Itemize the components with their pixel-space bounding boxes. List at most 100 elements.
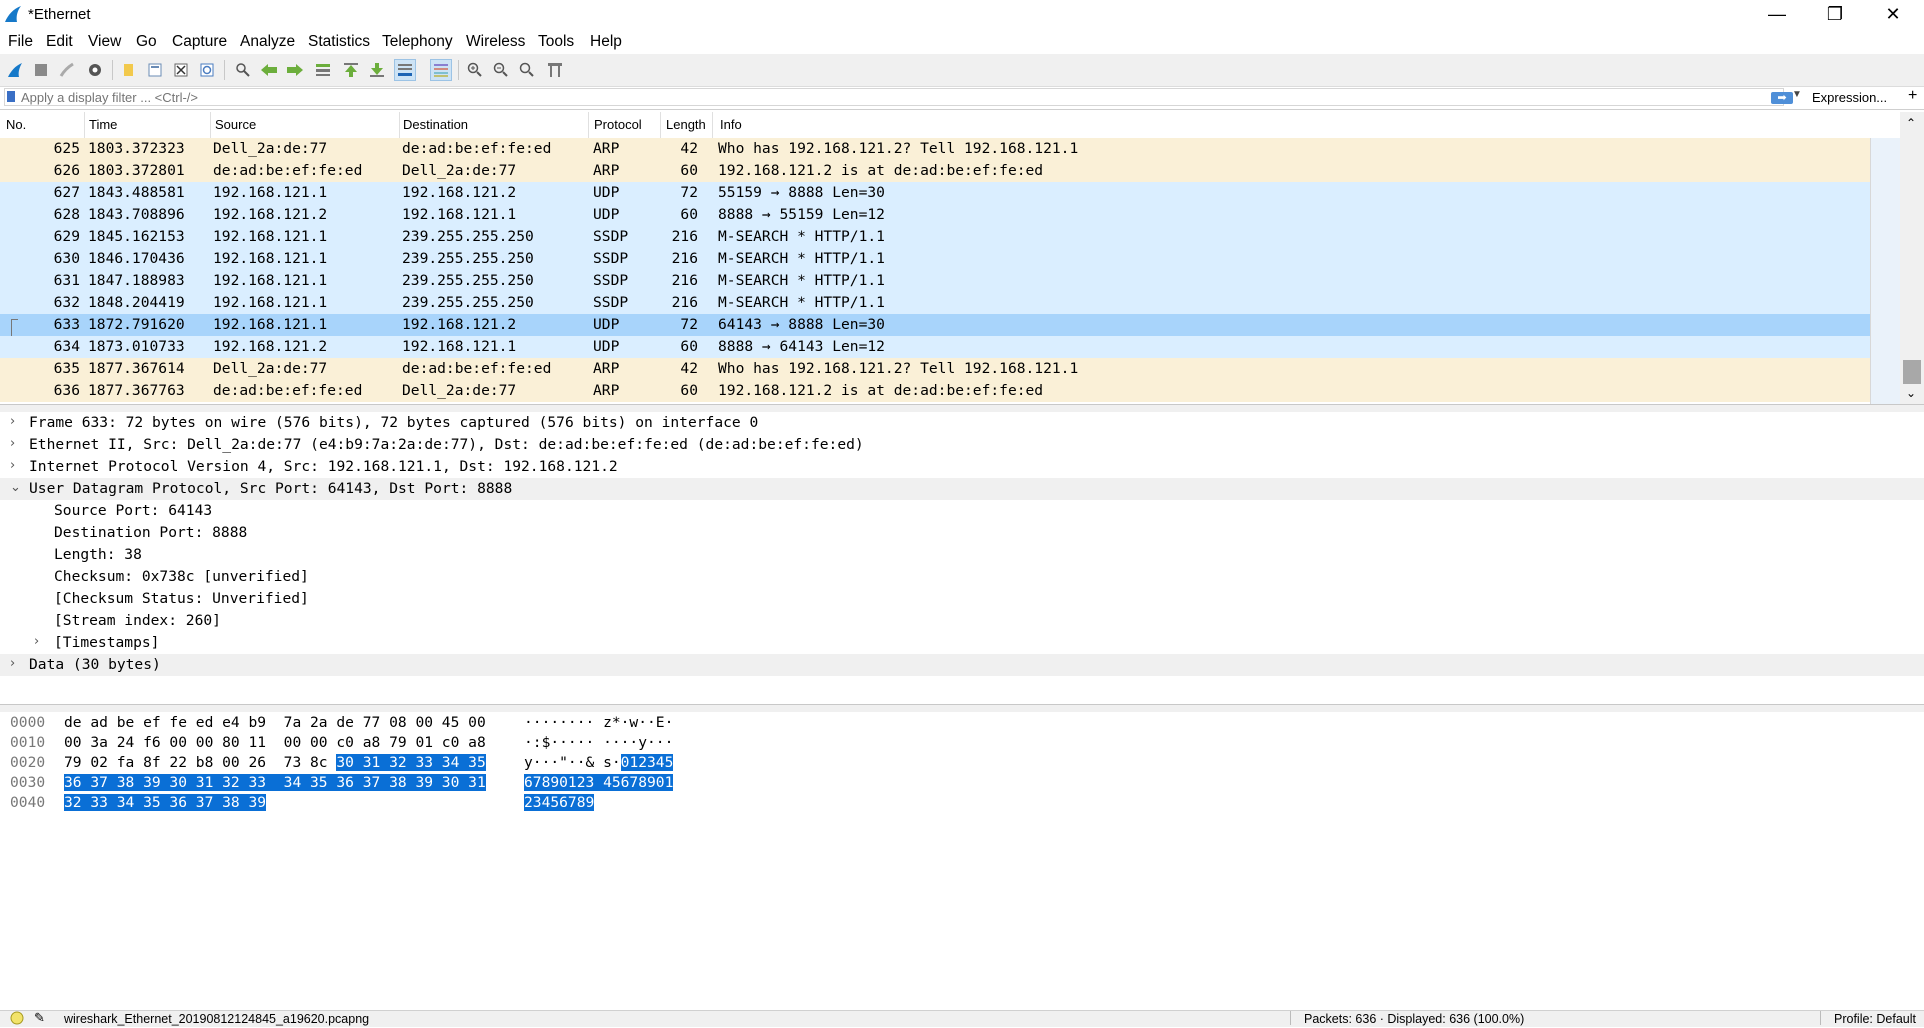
column-header-length[interactable]: Length <box>666 117 706 132</box>
ascii-dump-line[interactable]: ·:$····· ····y··· <box>524 734 673 754</box>
hex-dump-line[interactable]: 00 3a 24 f6 00 00 80 11 00 00 c0 a8 79 0… <box>64 734 486 754</box>
find-packet-icon[interactable] <box>232 59 254 81</box>
auto-scroll-icon[interactable] <box>394 59 416 81</box>
ascii-dump-line[interactable]: 23456789 <box>524 794 595 814</box>
restore-button[interactable]: ❐ <box>1806 0 1864 30</box>
column-header-no[interactable]: No. <box>6 117 26 132</box>
menu-file[interactable]: File <box>8 33 33 51</box>
go-to-packet-icon[interactable] <box>312 59 334 81</box>
hex-dump-line[interactable]: 32 33 34 35 36 37 38 39 <box>64 794 267 814</box>
scroll-up-icon[interactable]: ⌃ <box>1906 116 1916 130</box>
go-back-icon[interactable] <box>258 59 280 81</box>
zoom-normal-icon[interactable] <box>516 59 538 81</box>
start-capture-icon[interactable] <box>4 59 26 81</box>
detail-tree-item[interactable]: › Data (30 bytes) <box>0 654 1924 676</box>
cell-destination: de:ad:be:ef:fe:ed <box>402 140 552 157</box>
packet-row[interactable]: 631 1847.188983 192.168.121.1 239.255.255.2… <box>0 270 1870 292</box>
detail-tree-item[interactable]: [Checksum Status: Unverified] <box>0 588 1924 610</box>
packet-minimap[interactable] <box>1870 138 1901 404</box>
scroll-thumb[interactable] <box>1903 360 1921 384</box>
packet-row[interactable]: 627 1843.488581 192.168.121.1 192.168.121.2… <box>0 182 1870 204</box>
menu-view[interactable]: View <box>88 33 121 51</box>
menu-edit[interactable]: Edit <box>46 33 73 51</box>
close-button[interactable]: ✕ <box>1864 0 1922 30</box>
menu-help[interactable]: Help <box>590 33 622 51</box>
packet-row[interactable]: 630 1846.170436 192.168.121.1 239.255.255.2… <box>0 248 1870 270</box>
ascii-dump-line[interactable]: y···"··& s·012345 <box>524 754 674 774</box>
profile-label[interactable]: Profile: Default <box>1834 1012 1916 1026</box>
detail-tree-item[interactable]: ⌄ User Datagram Protocol, Src Port: 64143… <box>0 478 1924 500</box>
capture-file-name: wireshark_Ethernet_20190812124845_a19620… <box>64 1012 370 1026</box>
scroll-down-icon[interactable]: ⌄ <box>1906 386 1916 400</box>
collapsed-arrow-icon[interactable]: › <box>10 656 15 671</box>
cell-protocol: SSDP <box>593 272 629 289</box>
packet-row[interactable]: 626 1803.372801 de:ad:be:ef:fe:ed Dell_2a:d… <box>0 160 1870 182</box>
expanded-arrow-icon[interactable]: ⌄ <box>10 480 21 495</box>
packet-row[interactable]: 635 1877.367614 Dell_2a:de:77 de:ad:be:ef:f… <box>0 358 1870 380</box>
zoom-out-icon[interactable] <box>490 59 512 81</box>
packet-row[interactable]: 633 1872.791620 192.168.121.1 192.168.121.2… <box>0 314 1870 341</box>
packet-list-scrollbar[interactable]: ⌃ ⌄ <box>1900 112 1924 404</box>
menu-wireless[interactable]: Wireless <box>466 33 525 51</box>
menu-capture[interactable]: Capture <box>172 33 227 51</box>
menu-telephony[interactable]: Telephony <box>382 33 453 51</box>
packet-row[interactable]: 629 1845.162153 192.168.121.1 239.255.255.2… <box>0 226 1870 248</box>
apply-filter-arrow-icon[interactable]: ➡ <box>1771 92 1793 104</box>
menu-statistics[interactable]: Statistics <box>308 33 370 51</box>
detail-tree-item[interactable]: Checksum: 0x738c [unverified] <box>0 566 1924 588</box>
column-header-source[interactable]: Source <box>215 117 256 132</box>
column-header-time[interactable]: Time <box>89 117 117 132</box>
go-forward-icon[interactable] <box>284 59 306 81</box>
bookmark-icon[interactable] <box>7 91 15 102</box>
go-first-icon[interactable] <box>340 59 362 81</box>
filter-history-dropdown-icon[interactable]: ▼ <box>1792 89 1802 100</box>
column-header-info[interactable]: Info <box>720 117 742 132</box>
menu-tools[interactable]: Tools <box>538 33 574 51</box>
hex-dump-line[interactable]: 36 37 38 39 30 31 32 33 34 35 36 37 38 3… <box>64 774 486 794</box>
capture-options-icon[interactable] <box>84 59 106 81</box>
detail-tree-item[interactable]: Destination Port: 8888 <box>0 522 1924 544</box>
go-last-icon[interactable] <box>366 59 388 81</box>
open-file-icon[interactable] <box>118 59 140 81</box>
detail-tree-item[interactable]: › Internet Protocol Version 4, Src: 192.1… <box>0 456 1924 478</box>
detail-tree-item[interactable]: Source Port: 64143 <box>0 500 1924 522</box>
cell-length: 216 <box>671 272 698 289</box>
expression-button[interactable]: Expression... <box>1812 90 1887 105</box>
detail-tree-item[interactable]: › Ethernet II, Src: Dell_2a:de:77 (e4:b9:… <box>0 434 1924 456</box>
packet-row[interactable]: 628 1843.708896 192.168.121.2 192.168.121.1… <box>0 204 1870 226</box>
zoom-in-icon[interactable] <box>464 59 486 81</box>
detail-tree-item[interactable]: › Frame 633: 72 bytes on wire (576 bits),… <box>0 412 1924 434</box>
column-header-protocol[interactable]: Protocol <box>594 117 642 132</box>
hex-dump-line[interactable]: de ad be ef fe ed e4 b9 7a 2a de 77 08 0… <box>64 714 486 734</box>
packet-row[interactable]: 636 1877.367763 de:ad:be:ef:fe:ed Dell_2a:d… <box>0 380 1870 402</box>
column-header-destination[interactable]: Destination <box>403 117 468 132</box>
save-file-icon[interactable] <box>144 59 166 81</box>
expert-info-icon[interactable] <box>10 1011 24 1028</box>
collapsed-arrow-icon[interactable]: › <box>10 436 15 451</box>
collapsed-arrow-icon[interactable]: › <box>10 458 15 473</box>
toolbar-separator <box>458 60 459 80</box>
collapsed-arrow-icon[interactable]: › <box>34 634 39 649</box>
resize-columns-icon[interactable] <box>544 59 566 81</box>
collapsed-arrow-icon[interactable]: › <box>10 414 15 429</box>
detail-tree-item[interactable]: [Stream index: 260] <box>0 610 1924 632</box>
capture-comment-icon[interactable]: ✎ <box>34 1010 45 1026</box>
detail-tree-item[interactable]: Length: 38 <box>0 544 1924 566</box>
menu-analyze[interactable]: Analyze <box>240 33 295 51</box>
packet-row[interactable]: 625 1803.372323 Dell_2a:de:77 de:ad:be:ef:f… <box>0 138 1870 160</box>
detail-tree-item[interactable]: › [Timestamps] <box>0 632 1924 654</box>
ascii-dump-line[interactable]: ········ z*·w··E· <box>524 714 673 734</box>
packet-row[interactable]: 632 1848.204419 192.168.121.1 239.255.255.2… <box>0 292 1870 314</box>
reload-file-icon[interactable] <box>196 59 218 81</box>
hex-dump-line[interactable]: 79 02 fa 8f 22 b8 00 26 73 8c 30 31 32 3… <box>64 754 486 774</box>
close-file-icon[interactable] <box>170 59 192 81</box>
menu-go[interactable]: Go <box>136 33 157 51</box>
colorize-icon[interactable] <box>430 59 452 81</box>
ascii-dump-line[interactable]: 67890123 45678901 <box>524 774 674 794</box>
restart-capture-icon[interactable] <box>56 59 78 81</box>
minimize-button[interactable]: — <box>1748 0 1806 30</box>
add-filter-button[interactable]: + <box>1908 87 1917 105</box>
stop-capture-icon[interactable] <box>30 59 52 81</box>
display-filter-input[interactable] <box>21 89 1761 105</box>
packet-row[interactable]: 634 1873.010733 192.168.121.2 192.168.121.1… <box>0 336 1870 358</box>
